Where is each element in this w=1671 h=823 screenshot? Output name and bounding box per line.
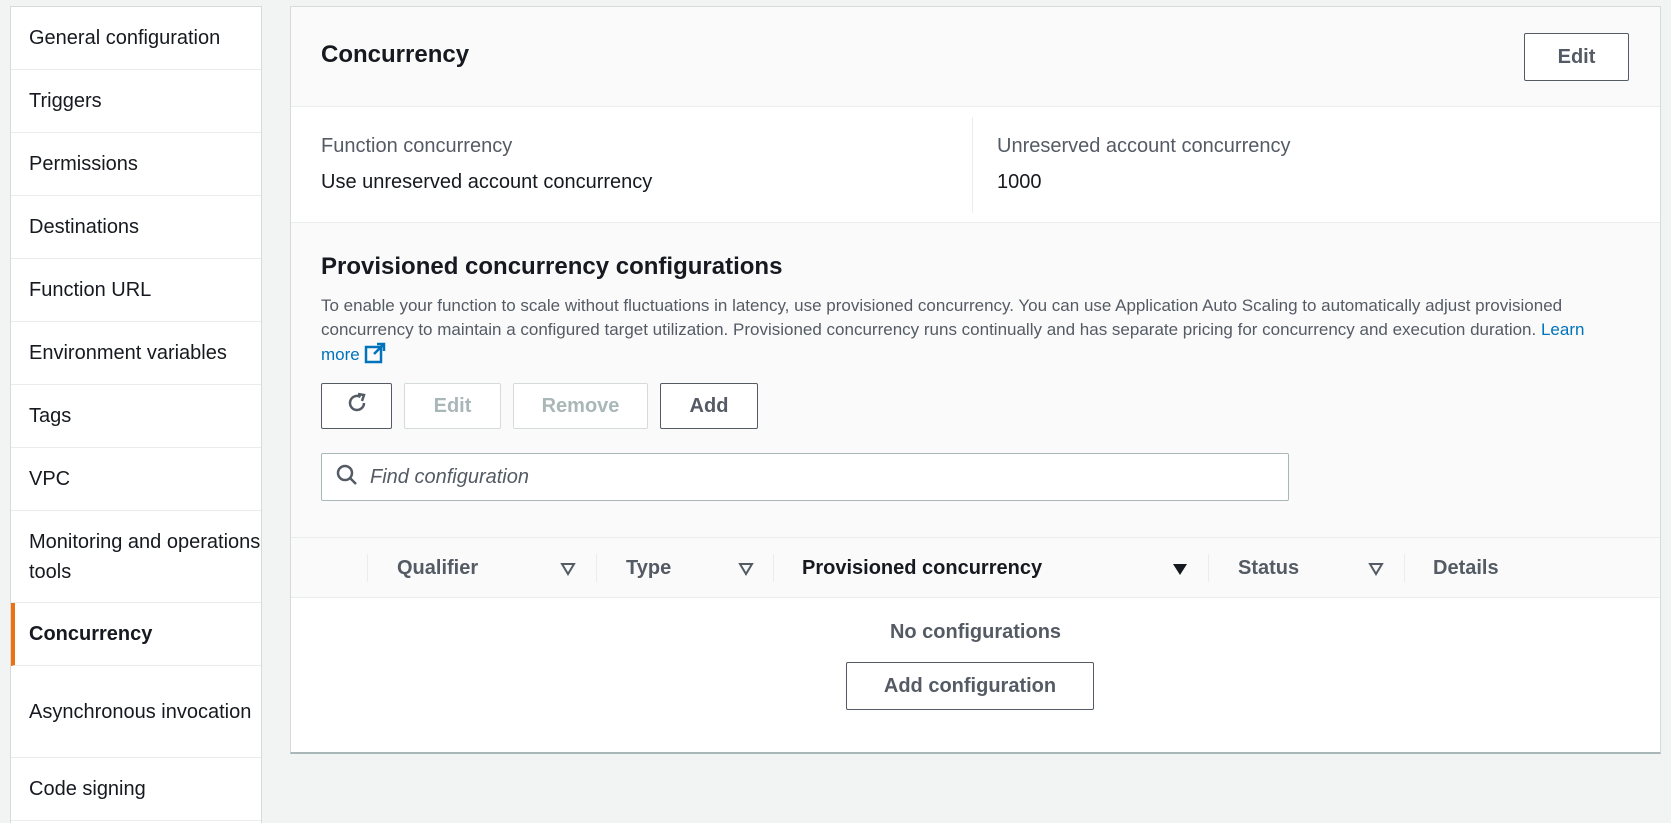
sidebar-item-tags[interactable]: Tags	[11, 385, 261, 448]
sort-descending-icon[interactable]	[1172, 562, 1188, 581]
function-concurrency-value: Use unreserved account concurrency	[321, 171, 653, 193]
empty-state-text: No configurations	[889, 621, 1062, 643]
provisioned-concurrency-section: Provisioned concurrency configurations T…	[291, 223, 1660, 538]
column-separator	[1404, 554, 1405, 582]
column-header-type[interactable]: Type	[626, 538, 671, 598]
column-separator	[1208, 554, 1209, 582]
add-button[interactable]: Add	[660, 383, 758, 429]
concurrency-panel: Concurrency Edit Function concurrency Us…	[290, 6, 1661, 754]
refresh-icon	[345, 391, 369, 421]
unreserved-concurrency-label: Unreserved account concurrency	[997, 135, 1291, 157]
column-header-qualifier[interactable]: Qualifier	[397, 538, 478, 598]
sidebar-item-code-signing[interactable]: Code signing	[11, 758, 261, 821]
sort-icon[interactable]	[560, 562, 576, 581]
search-icon	[336, 464, 358, 491]
sidebar-item-monitoring[interactable]: Monitoring and operations tools	[11, 511, 261, 603]
sidebar-item-triggers[interactable]: Triggers	[11, 70, 261, 133]
concurrency-details: Function concurrency Use unreserved acco…	[291, 107, 1660, 223]
column-header-details[interactable]: Details	[1433, 538, 1499, 598]
external-link-icon	[364, 342, 386, 371]
provisioned-toolbar: Edit Remove Add	[321, 383, 758, 429]
add-configuration-button[interactable]: Add configuration	[846, 662, 1094, 710]
search-box	[321, 453, 1289, 501]
edit-concurrency-button[interactable]: Edit	[1524, 33, 1629, 81]
column-header-status[interactable]: Status	[1238, 538, 1299, 598]
function-concurrency-label: Function concurrency	[321, 135, 513, 157]
provisioned-description: To enable your function to scale without…	[321, 294, 1611, 371]
sidebar-item-destinations[interactable]: Destinations	[11, 196, 261, 259]
sidebar-item-function-url[interactable]: Function URL	[11, 259, 261, 322]
column-header-provisioned-concurrency[interactable]: Provisioned concurrency	[802, 538, 1042, 598]
sort-icon[interactable]	[738, 562, 754, 581]
refresh-button[interactable]	[321, 383, 392, 429]
search-input[interactable]	[370, 465, 1250, 489]
sidebar-item-asynchronous-invocation[interactable]: Asynchronous invocation	[11, 666, 261, 758]
column-separator	[773, 554, 774, 582]
sidebar: General configuration Triggers Permissio…	[10, 6, 262, 823]
column-separator	[596, 554, 597, 582]
sort-icon[interactable]	[1368, 562, 1384, 581]
table-header: Qualifier Type Provisioned concurrency S…	[291, 538, 1660, 598]
column-divider	[972, 117, 973, 213]
panel-header: Concurrency Edit	[291, 7, 1660, 107]
edit-provisioned-button[interactable]: Edit	[404, 383, 501, 429]
sidebar-item-environment-variables[interactable]: Environment variables	[11, 322, 261, 385]
sidebar-item-permissions[interactable]: Permissions	[11, 133, 261, 196]
sidebar-item-vpc[interactable]: VPC	[11, 448, 261, 511]
empty-state: No configurations Add configuration	[291, 599, 1660, 753]
sidebar-item-general-configuration[interactable]: General configuration	[11, 7, 261, 70]
remove-button[interactable]: Remove	[513, 383, 648, 429]
unreserved-concurrency-value: 1000	[997, 171, 1042, 193]
provisioned-description-text: To enable your function to scale without…	[321, 296, 1563, 339]
sidebar-item-concurrency[interactable]: Concurrency	[11, 603, 261, 666]
provisioned-title: Provisioned concurrency configurations	[321, 253, 783, 280]
page-title: Concurrency	[321, 41, 470, 68]
column-separator	[367, 554, 368, 582]
